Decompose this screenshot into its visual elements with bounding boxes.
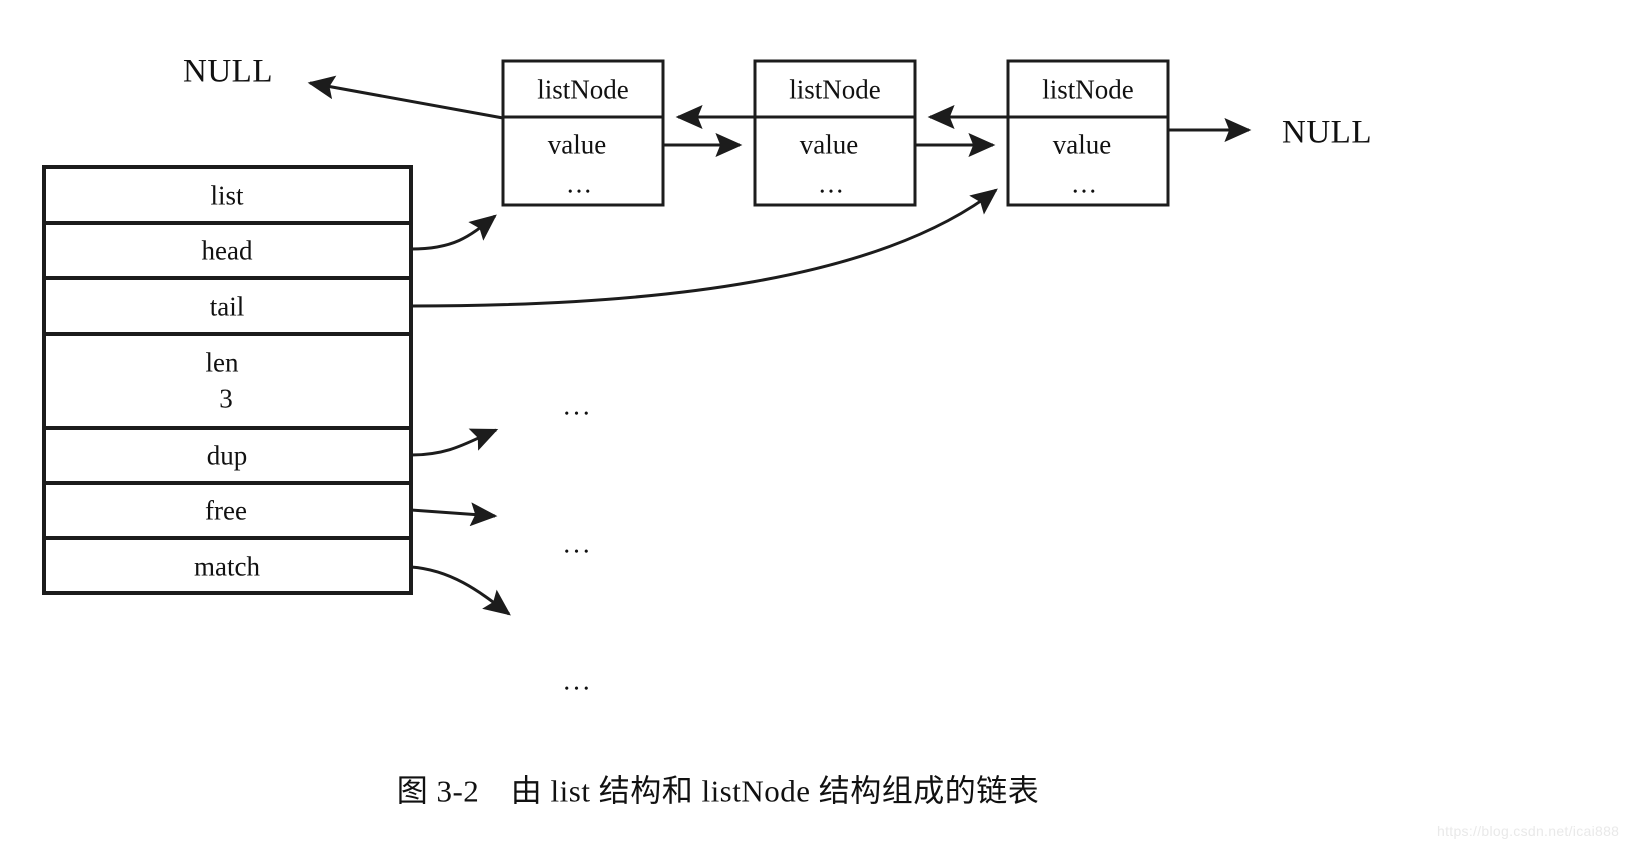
watermark-text: https://blog.csdn.net/icai888 [1437, 823, 1620, 839]
arrow-match-to-callback [410, 565, 511, 616]
list-node-2-title: listNode [789, 74, 881, 105]
list-field-free: free [205, 495, 247, 526]
list-node-3-value: value [1052, 129, 1112, 160]
arrow-tail-to-node3 [410, 188, 998, 308]
list-field-len-value: 3 [219, 383, 233, 414]
arrow-dup-to-callback [410, 428, 499, 457]
callback-target-free: ... [563, 528, 593, 559]
list-node-1-value: value [547, 129, 607, 160]
list-node-2-value: value [799, 129, 859, 160]
list-struct-box [42, 165, 413, 595]
list-field-tail: tail [209, 291, 245, 322]
list-node-1-title: listNode [537, 74, 629, 105]
arrow-node1-prev-null [307, 75, 504, 120]
list-node-3-more: ... [1071, 168, 1099, 199]
figure-caption: 图 3-2 由 list 结构和 listNode 结构组成的链表 [396, 773, 1040, 809]
list-node-3-title: listNode [1042, 74, 1134, 105]
list-node-2-more: ... [818, 168, 846, 199]
null-label-right: NULL [1282, 114, 1372, 151]
list-field-match: match [194, 551, 260, 582]
list-node-1-more: ... [566, 168, 594, 199]
list-field-dup: dup [206, 440, 248, 471]
callback-target-dup: ... [563, 390, 593, 421]
callback-target-match: ... [563, 665, 593, 696]
figure-canvas: NULL NULL list head tail len 3 dup free … [0, 0, 1646, 860]
arrow-head-to-node1 [410, 214, 497, 251]
list-field-len: len [205, 347, 239, 378]
arrow-free-to-callback [410, 502, 498, 527]
list-struct-title: list [210, 180, 244, 211]
null-label-left: NULL [183, 53, 273, 90]
list-field-head: head [201, 235, 253, 266]
